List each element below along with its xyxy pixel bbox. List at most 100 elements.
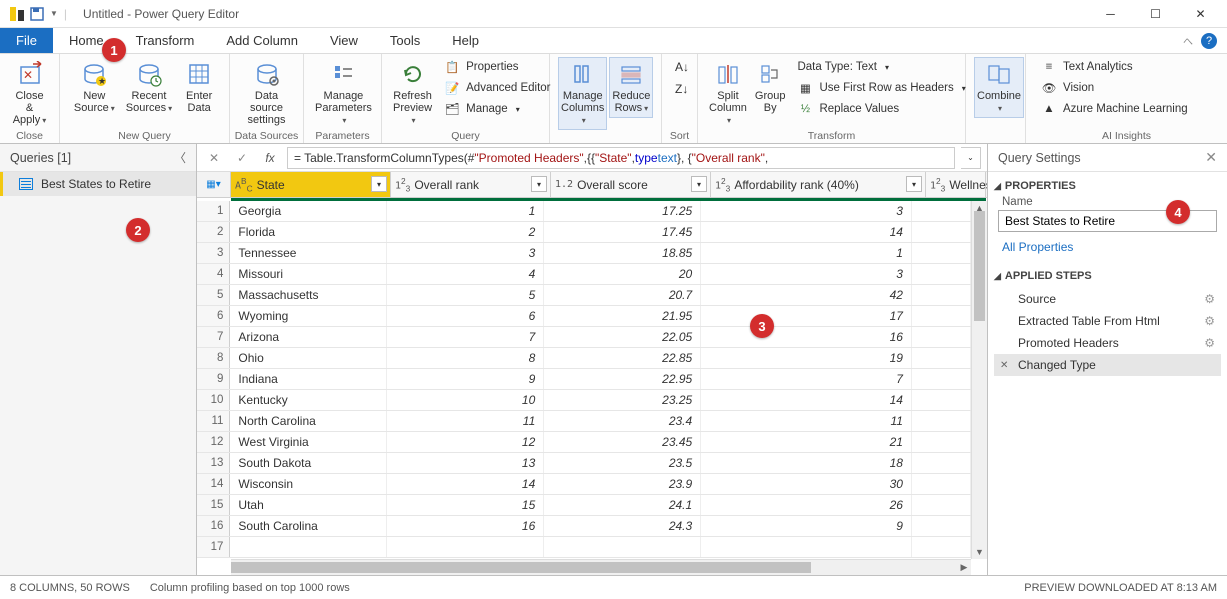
column-header[interactable]: 123Overall rank▾ [391, 172, 551, 197]
cell: 8 [387, 348, 544, 368]
select-all-corner[interactable]: ▦▾ [197, 172, 231, 197]
qat-dropdown-icon[interactable]: ▼ [50, 9, 58, 18]
recent-sources-button[interactable]: Recent Sources▾ [123, 57, 176, 118]
first-row-headers-button[interactable]: ▦Use First Row as Headers▾ [790, 78, 972, 98]
cancel-formula-button[interactable]: ✕ [203, 148, 225, 168]
split-column-button[interactable]: Split Column▾ [706, 57, 750, 130]
table-row[interactable]: 16South Carolina1624.39 [197, 516, 971, 537]
data-source-settings-button[interactable]: Data source settings [238, 57, 295, 129]
sort-desc-button[interactable]: Z↓ [670, 79, 694, 99]
menu-file[interactable]: File [0, 28, 53, 53]
table-row[interactable]: 14Wisconsin1423.930 [197, 474, 971, 495]
gear-icon[interactable]: ⚙ [1204, 336, 1215, 350]
azure-ml-button[interactable]: ▲Azure Machine Learning [1034, 99, 1195, 119]
cell [912, 285, 971, 305]
filter-dropdown-icon[interactable]: ▾ [906, 176, 922, 192]
table-row[interactable]: 1Georgia117.253 [197, 201, 971, 222]
table-row[interactable]: 6Wyoming621.9517 [197, 306, 971, 327]
gear-icon[interactable]: ⚙ [1204, 314, 1215, 328]
cell: Utah [230, 495, 387, 515]
maximize-button[interactable]: ☐ [1133, 0, 1178, 28]
table-row[interactable]: 2Florida217.4514 [197, 222, 971, 243]
formula-input[interactable]: = Table.TransformColumnTypes(#"Promoted … [287, 147, 955, 169]
combine-button[interactable]: Combine▾ [974, 57, 1024, 118]
column-header[interactable]: ABCState▾ [231, 172, 391, 197]
scroll-thumb[interactable] [974, 211, 985, 321]
scroll-thumb-h[interactable] [231, 562, 811, 573]
applied-steps-section[interactable]: ◢APPLIED STEPS [988, 262, 1227, 286]
advanced-editor-button[interactable]: 📝Advanced Editor [437, 78, 557, 98]
cell: West Virginia [230, 432, 387, 452]
column-header[interactable]: 123Wellnes [926, 172, 986, 197]
table-row[interactable]: 12West Virginia1223.4521 [197, 432, 971, 453]
enter-data-button[interactable]: Enter Data [177, 57, 221, 117]
column-header[interactable]: 123Affordability rank (40%)▾ [711, 172, 926, 197]
close-button[interactable]: ✕ [1178, 0, 1223, 28]
filter-dropdown-icon[interactable]: ▾ [531, 176, 547, 192]
scroll-down-icon[interactable]: ▼ [972, 545, 987, 559]
table-row[interactable]: 4Missouri4203 [197, 264, 971, 285]
menu-add-column[interactable]: Add Column [210, 28, 314, 53]
properties-button[interactable]: 📋Properties [437, 57, 557, 77]
close-settings-icon[interactable]: ✕ [1205, 149, 1217, 166]
help-icon[interactable]: ? [1201, 33, 1217, 49]
applied-step[interactable]: Promoted Headers⚙ [994, 332, 1221, 354]
fx-icon[interactable]: fx [259, 148, 281, 168]
menu-tools[interactable]: Tools [374, 28, 436, 53]
table-row[interactable]: 7Arizona722.0516 [197, 327, 971, 348]
table-row[interactable]: 10Kentucky1023.2514 [197, 390, 971, 411]
data-type-button[interactable]: Data Type: Text▾ [790, 57, 972, 77]
collapse-queries-icon[interactable]: 〈 [174, 149, 186, 166]
table-row[interactable]: 15Utah1524.126 [197, 495, 971, 516]
gear-icon[interactable]: ⚙ [1204, 292, 1215, 306]
replace-values-button[interactable]: ½Replace Values [790, 99, 972, 119]
cell [912, 432, 971, 452]
column-header[interactable]: 1.2Overall score▾ [551, 172, 711, 197]
refresh-preview-button[interactable]: Refresh Preview▾ [390, 57, 435, 130]
recent-sources-icon [135, 60, 163, 88]
manage-columns-button[interactable]: Manage Columns▾ [558, 57, 607, 130]
table-row[interactable]: 13South Dakota1323.518 [197, 453, 971, 474]
ribbon-collapse-icon[interactable]: へ [1183, 33, 1193, 48]
minimize-button[interactable]: ─ [1088, 0, 1133, 28]
table-row[interactable]: 8Ohio822.8519 [197, 348, 971, 369]
scroll-right-icon[interactable]: ▶ [957, 560, 971, 575]
sort-asc-button[interactable]: A↓ [670, 57, 694, 77]
cell: 42 [701, 285, 912, 305]
table-row[interactable]: 17 [197, 537, 971, 558]
applied-step[interactable]: Source⚙ [994, 288, 1221, 310]
save-icon[interactable] [28, 5, 46, 23]
applied-step[interactable]: Changed Type [994, 354, 1221, 376]
applied-step[interactable]: Extracted Table From Html⚙ [994, 310, 1221, 332]
manage-parameters-button[interactable]: Manage Parameters▾ [312, 57, 375, 130]
reduce-rows-button[interactable]: Reduce Rows▾ [609, 57, 653, 118]
all-properties-link[interactable]: All Properties [988, 236, 1227, 262]
query-item[interactable]: Best States to Retire [0, 172, 196, 196]
cell [912, 264, 971, 284]
table-row[interactable]: 11North Carolina1123.411 [197, 411, 971, 432]
advanced-editor-icon: 📝 [444, 80, 460, 96]
cell: 7 [387, 327, 544, 347]
properties-section[interactable]: ◢PROPERTIES [988, 172, 1227, 196]
menu-view[interactable]: View [314, 28, 374, 53]
formula-expand-icon[interactable]: ⌄ [961, 147, 981, 169]
group-by-button[interactable]: Group By [752, 57, 789, 117]
manage-button[interactable]: 🗂Manage▾ [437, 99, 557, 119]
table-row[interactable]: 9Indiana922.957 [197, 369, 971, 390]
filter-dropdown-icon[interactable]: ▾ [371, 176, 387, 192]
query-settings-panel: Query Settings ✕ ◢PROPERTIES Name All Pr… [987, 144, 1227, 575]
vision-button[interactable]: 👁Vision [1034, 78, 1195, 98]
formula-bar: ✕ ✓ fx = Table.TransformColumnTypes(#"Pr… [197, 144, 987, 172]
accept-formula-button[interactable]: ✓ [231, 148, 253, 168]
text-analytics-button[interactable]: ≡Text Analytics [1034, 57, 1195, 77]
new-source-button[interactable]: ★ New Source▾ [68, 57, 121, 118]
vertical-scrollbar[interactable]: ▲ ▼ [971, 201, 987, 559]
horizontal-scrollbar[interactable]: ◀ ▶ [231, 559, 971, 575]
menu-help[interactable]: Help [436, 28, 495, 53]
filter-dropdown-icon[interactable]: ▾ [691, 176, 707, 192]
ribbon: ✕ Close & Apply▾ Close ★ New Source▾ Rec… [0, 54, 1227, 144]
table-row[interactable]: 3Tennessee318.851 [197, 243, 971, 264]
close-apply-button[interactable]: ✕ Close & Apply▾ [8, 57, 51, 130]
menu-transform[interactable]: Transform [120, 28, 211, 53]
table-row[interactable]: 5Massachusetts520.742 [197, 285, 971, 306]
